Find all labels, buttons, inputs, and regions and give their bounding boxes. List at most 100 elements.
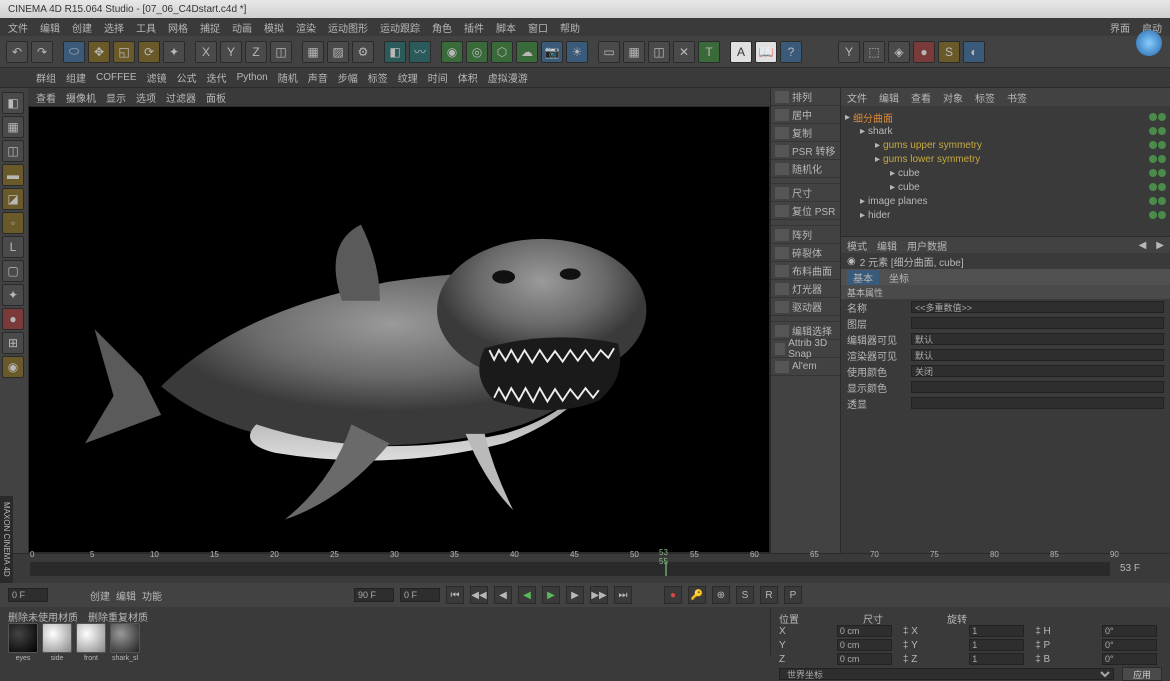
start-frame-input[interactable] <box>8 588 48 602</box>
menu-window[interactable]: 窗口 <box>528 20 548 35</box>
sub-item[interactable]: 纹理 <box>398 70 418 85</box>
axis-mode-button[interactable]: L <box>2 236 24 258</box>
attr-userdata[interactable]: 用户数据 <box>907 238 947 253</box>
edge-mode-button[interactable]: ▬ <box>2 164 24 186</box>
coord-tab-pos[interactable]: 位置 <box>779 611 799 623</box>
deformer-button[interactable]: ⬡ <box>491 41 513 63</box>
z-pos-input[interactable] <box>837 653 892 665</box>
menu-snap[interactable]: 捕捉 <box>200 20 220 35</box>
attr-input[interactable] <box>911 349 1164 361</box>
palette-item[interactable]: 灯光器 <box>771 280 840 298</box>
sub-item[interactable]: Python <box>237 72 268 83</box>
sculpt-button[interactable]: ◐ <box>963 41 985 63</box>
om-file[interactable]: 文件 <box>847 90 867 105</box>
nav-back-icon[interactable]: ◀ <box>1139 240 1147 251</box>
bookmark-icon[interactable]: 📖 <box>755 41 777 63</box>
palette-item[interactable]: Al'em <box>771 358 840 376</box>
menu-tools[interactable]: 工具 <box>136 20 156 35</box>
menu-tracker[interactable]: 运动跟踪 <box>380 20 420 35</box>
next-frame-button[interactable]: ▶ <box>566 586 584 604</box>
coord-space-select[interactable]: 世界坐标 <box>779 668 1114 680</box>
tab-coord[interactable]: 坐标 <box>889 270 909 285</box>
light-button[interactable]: ☀ <box>566 41 588 63</box>
playhead[interactable]: 53 55 <box>665 562 667 576</box>
tree-row[interactable]: ▸gums lower symmetry <box>845 152 1166 166</box>
stage-button[interactable]: ◫ <box>648 41 670 63</box>
tree-row[interactable]: ▸cube <box>845 166 1166 180</box>
tree-row[interactable]: ▸hider <box>845 208 1166 222</box>
tree-row[interactable]: ▸cube <box>845 180 1166 194</box>
sub-item[interactable]: 声音 <box>308 70 328 85</box>
help-icon[interactable]: ? <box>780 41 802 63</box>
view-menu[interactable]: 查看 <box>36 90 56 105</box>
y-scl-input[interactable] <box>969 639 1024 651</box>
play-backward-button[interactable]: ◀ <box>518 586 536 604</box>
workplane-mode-button[interactable]: ◫ <box>2 140 24 162</box>
z-axis-lock[interactable]: Z <box>245 41 267 63</box>
palette-item[interactable]: 阵列 <box>771 226 840 244</box>
menu-script[interactable]: 脚本 <box>496 20 516 35</box>
render-settings-button[interactable]: ⚙ <box>352 41 374 63</box>
cloner-button[interactable]: ⬚ <box>863 41 885 63</box>
om-edit[interactable]: 编辑 <box>879 90 899 105</box>
y-pos-input[interactable] <box>837 639 892 651</box>
menu-help[interactable]: 帮助 <box>560 20 580 35</box>
tab-basic[interactable]: 基本 <box>847 270 879 285</box>
text-tool-button[interactable]: T <box>698 41 720 63</box>
tree-row[interactable]: ▸image planes <box>845 194 1166 208</box>
x-pos-input[interactable] <box>837 625 892 637</box>
sub-item[interactable]: 时间 <box>428 70 448 85</box>
menu-character[interactable]: 角色 <box>432 20 452 35</box>
palette-item[interactable]: 碎裂体 <box>771 244 840 262</box>
spline-primitive-button[interactable]: 〰 <box>409 41 431 63</box>
menu-plugins[interactable]: 插件 <box>464 20 484 35</box>
palette-item[interactable]: 排列 <box>771 88 840 106</box>
recent-tool[interactable]: ✦ <box>163 41 185 63</box>
prev-key-button[interactable]: ◀◀ <box>470 586 488 604</box>
palette-item[interactable]: 随机化 <box>771 160 840 178</box>
attr-mode[interactable]: 模式 <box>847 238 867 253</box>
sub-item[interactable]: 群组 <box>36 70 56 85</box>
play-forward-button[interactable]: ▶ <box>542 586 560 604</box>
rotate-tool[interactable]: ⟳ <box>138 41 160 63</box>
floor-button[interactable]: ▭ <box>598 41 620 63</box>
palette-item[interactable]: 复制 <box>771 124 840 142</box>
om-view[interactable]: 查看 <box>911 90 931 105</box>
filter-menu[interactable]: 过滤器 <box>166 90 196 105</box>
end-frame-input[interactable] <box>354 588 394 602</box>
apply-button[interactable]: 应用 <box>1122 667 1162 681</box>
tree-row[interactable]: ▸shark <box>845 124 1166 138</box>
panel-menu[interactable]: 面板 <box>206 90 226 105</box>
attr-edit[interactable]: 编辑 <box>877 238 897 253</box>
b-rot-input[interactable] <box>1102 653 1157 665</box>
key-param-button[interactable]: P <box>784 586 802 604</box>
enable-axis-button[interactable]: ● <box>2 308 24 330</box>
palette-item[interactable]: 居中 <box>771 106 840 124</box>
record-button[interactable]: ● <box>664 586 682 604</box>
prev-frame-button[interactable]: ◀ <box>494 586 512 604</box>
options-menu[interactable]: 选项 <box>136 90 156 105</box>
z-scl-input[interactable] <box>969 653 1024 665</box>
tree-row[interactable]: ▸gums upper symmetry <box>845 138 1166 152</box>
fracture-button[interactable]: ◈ <box>888 41 910 63</box>
menu-create[interactable]: 创建 <box>72 20 92 35</box>
autokey-button[interactable]: 🔑 <box>688 586 706 604</box>
camera-menu[interactable]: 摄像机 <box>66 90 96 105</box>
tree-row[interactable]: ▸细分曲面 <box>845 110 1166 124</box>
coord-tab-rot[interactable]: 旋转 <box>947 611 967 623</box>
x-scl-input[interactable] <box>969 625 1024 637</box>
menu-mesh[interactable]: 网格 <box>168 20 188 35</box>
goto-start-button[interactable]: ⏮ <box>446 586 464 604</box>
y-axis-lock[interactable]: Y <box>220 41 242 63</box>
sub-item[interactable]: 迭代 <box>207 70 227 85</box>
content-browser-button[interactable]: A <box>730 41 752 63</box>
mat-tab[interactable]: 删除未使用材质 <box>8 609 78 621</box>
om-bookmarks[interactable]: 书签 <box>1007 90 1027 105</box>
object-tree[interactable]: ▸细分曲面▸shark▸gums upper symmetry▸gums low… <box>841 106 1170 236</box>
menu-edit[interactable]: 编辑 <box>40 20 60 35</box>
particle-button[interactable]: S <box>938 41 960 63</box>
move-tool[interactable]: ✥ <box>88 41 110 63</box>
render-view-button[interactable]: ▦ <box>302 41 324 63</box>
sub-item[interactable]: 虚拟漫游 <box>488 70 528 85</box>
sky-button[interactable]: ▦ <box>623 41 645 63</box>
